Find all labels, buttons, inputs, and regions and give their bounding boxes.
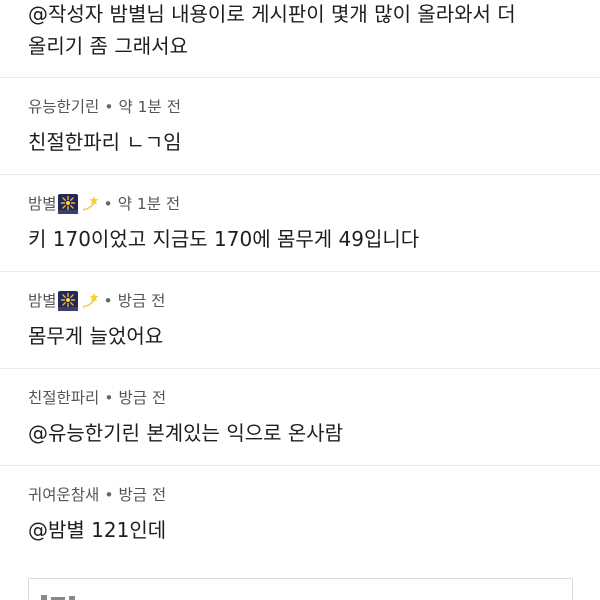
comment-author[interactable]: 유능한기린 — [28, 96, 99, 118]
comment-meta: 유능한기린 • 약 1분 전 — [28, 78, 572, 118]
comment-text: @유능한기린 본계있는 익으로 온사람 — [28, 421, 344, 445]
comment-time: 약 1분 전 — [118, 98, 181, 116]
dizzy-star-icon — [82, 293, 99, 308]
meta-separator: • — [104, 486, 114, 504]
comment-author[interactable]: 밤별 — [28, 290, 57, 312]
comment-thread: @작성자 밤별님 내용이로 게시판이 몇개 많이 올라와서 더 올리기 좀 그래… — [0, 0, 600, 600]
comment-author[interactable]: 밤별 — [28, 193, 57, 215]
meta-separator: • — [103, 292, 113, 310]
comment-meta: 밤별 • — [28, 272, 572, 312]
fireworks-icon — [57, 291, 78, 311]
comment-text: 친절한파리 ㄴㄱ임 — [28, 130, 182, 154]
comment-time: 방금 전 — [117, 292, 166, 310]
comment-meta: 귀여운참새 • 방금 전 — [28, 466, 572, 506]
comment-text-line: 올리기 좀 그래서요 — [28, 34, 188, 58]
meta-separator: • — [104, 389, 114, 407]
meta-separator: • — [104, 98, 114, 116]
fireworks-icon — [57, 194, 78, 214]
comment-meta: 밤별 • — [28, 175, 572, 215]
comment-text-line: @작성자 밤별님 내용이로 게시판이 몇개 많이 올라와서 더 — [28, 2, 516, 26]
comment-item: 유능한기린 • 약 1분 전 친절한파리 ㄴㄱ임 — [0, 78, 600, 175]
comment-item: 밤별 • — [0, 175, 600, 272]
comment-time: 방금 전 — [118, 486, 167, 504]
comment-text: 키 170이었고 지금도 170에 몸무게 49입니다 — [28, 227, 420, 251]
comment-meta: 친절한파리 • 방금 전 — [28, 369, 572, 409]
comment-item: @작성자 밤별님 내용이로 게시판이 몇개 많이 올라와서 더 올리기 좀 그래… — [0, 0, 600, 78]
meta-separator: • — [103, 195, 113, 213]
comment-time: 방금 전 — [118, 389, 167, 407]
comment-input-field[interactable] — [28, 578, 573, 600]
comment-text: @작성자 밤별님 내용이로 게시판이 몇개 많이 올라와서 더 올리기 좀 그래… — [28, 0, 572, 62]
input-placeholder-glyph — [41, 595, 75, 600]
comment-time: 약 1분 전 — [117, 195, 181, 213]
comment-author[interactable]: 귀여운참새 — [28, 484, 99, 506]
comment-author[interactable]: 친절한파리 — [28, 387, 99, 409]
comment-item: 밤별 • — [0, 272, 600, 369]
comment-text: 몸무게 늘었어요 — [28, 324, 164, 348]
comment-text: @밤별 121인데 — [28, 518, 167, 542]
dizzy-star-icon — [82, 196, 99, 211]
comment-item: 귀여운참새 • 방금 전 @밤별 121인데 — [0, 466, 600, 556]
comment-item: 친절한파리 • 방금 전 @유능한기린 본계있는 익으로 온사람 — [0, 369, 600, 466]
